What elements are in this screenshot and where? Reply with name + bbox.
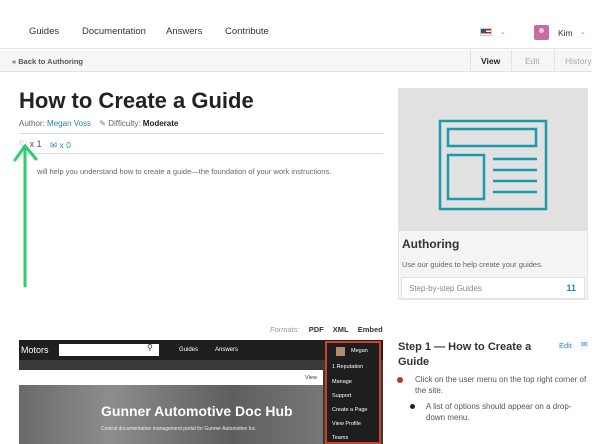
divider xyxy=(554,50,555,72)
document-layout-icon xyxy=(438,119,548,211)
screenshot-toolbar xyxy=(19,370,323,385)
nav-documentation-link[interactable]: Documentation xyxy=(82,26,146,37)
screenshot-nav-guides: Guides xyxy=(179,347,199,353)
menu-item: Create a Page xyxy=(332,407,368,413)
comments-button[interactable]: ✉ x 0 xyxy=(50,140,71,151)
sub-navigation: « Back to Authoring xyxy=(0,50,592,72)
step-edit-link[interactable]: Edit xyxy=(559,341,572,350)
nav-guides-link[interactable]: Guides xyxy=(29,26,59,37)
format-pdf-link[interactable]: PDF xyxy=(309,325,324,334)
step-line-1: Click on the user menu on the top right … xyxy=(415,375,587,395)
divider xyxy=(19,133,383,134)
page-title: How to Create a Guide xyxy=(19,88,254,113)
nav-answers-link[interactable]: Answers xyxy=(166,26,202,37)
tab-history[interactable]: History xyxy=(565,56,591,66)
bullet-red xyxy=(397,377,403,383)
card-title: Authoring xyxy=(402,237,460,251)
divider xyxy=(470,50,471,72)
screenshot-search-field xyxy=(59,344,159,356)
screenshot-logo: Motors xyxy=(21,345,49,355)
divider xyxy=(511,50,512,72)
step-line-2: A list of options should appear on a dro… xyxy=(426,402,572,422)
annotation-arrow-icon xyxy=(13,144,38,288)
format-xml-link[interactable]: XML xyxy=(333,325,349,334)
difficulty-label: Difficulty: xyxy=(108,119,141,128)
top-navigation: Guides Documentation Answers Contribute … xyxy=(0,0,592,49)
card-link-label: Step-by-step Guides xyxy=(409,284,482,293)
guide-introduction: will help you understand how to create a… xyxy=(37,167,332,176)
screenshot-user-menu: Megan 1 Reputation Manage Support Create… xyxy=(325,341,381,444)
divider xyxy=(19,153,383,154)
language-flag-icon[interactable] xyxy=(480,28,492,36)
comment-icon: ✉ xyxy=(50,140,58,150)
format-embed-link[interactable]: Embed xyxy=(358,325,383,334)
screenshot-nav-answers: Answers xyxy=(215,347,239,353)
card-link-count: 11 xyxy=(566,283,576,293)
menu-item: 1 Reputation xyxy=(332,364,364,370)
author-link[interactable]: Megan Voss xyxy=(47,119,91,128)
difficulty-value: Moderate xyxy=(142,119,179,128)
comment-count: x 0 xyxy=(59,140,71,150)
author-label: Author: xyxy=(19,119,45,128)
formats-row: Formats: PDF XML Embed xyxy=(270,325,383,334)
screenshot-heading: Gunner Automotive Doc Hub xyxy=(101,403,293,419)
bullet-black xyxy=(410,404,415,409)
nav-contribute-link[interactable]: Contribute xyxy=(225,26,269,37)
avatar[interactable] xyxy=(534,25,549,40)
step-title: Step 1 — How to Create a Guide xyxy=(398,341,532,368)
comment-icon[interactable]: ✉ xyxy=(581,340,588,349)
back-link-label: Back to Authoring xyxy=(18,57,83,66)
menu-user-name: Megan xyxy=(351,348,368,354)
tab-edit[interactable]: Edit xyxy=(525,56,540,66)
menu-item: Support xyxy=(332,393,352,399)
back-link[interactable]: « Back to Authoring xyxy=(12,57,83,66)
pencil-icon[interactable]: ✎ xyxy=(99,119,106,128)
card-description: Use our guides to help create your guide… xyxy=(402,260,543,269)
menu-item: View Profile xyxy=(332,421,361,427)
search-icon: ⚲ xyxy=(147,343,153,352)
user-name[interactable]: Kim xyxy=(558,28,573,38)
tab-view[interactable]: View xyxy=(481,56,500,66)
guide-meta: Author: Megan Voss ✎ Difficulty: Moderat… xyxy=(19,119,178,128)
guide-illustration xyxy=(399,89,587,231)
step-image[interactable]: Motors ⚲ Guides Answers View Gunner Auto… xyxy=(19,340,383,444)
chevron-down-icon[interactable]: ⌄ xyxy=(500,28,506,36)
menu-item: Manage xyxy=(332,379,352,385)
chevron-down-icon[interactable]: ⌄ xyxy=(580,28,586,36)
avatar xyxy=(336,347,345,356)
step-by-step-guides-link[interactable]: Step-by-step Guides 11 xyxy=(401,277,585,299)
screenshot-view-label: View xyxy=(305,375,317,381)
screenshot-subheading: Central documentation management portal … xyxy=(101,426,257,432)
menu-item: Teams xyxy=(332,435,349,441)
formats-label: Formats: xyxy=(270,325,300,334)
authoring-card: Authoring Use our guides to help create … xyxy=(398,88,588,300)
